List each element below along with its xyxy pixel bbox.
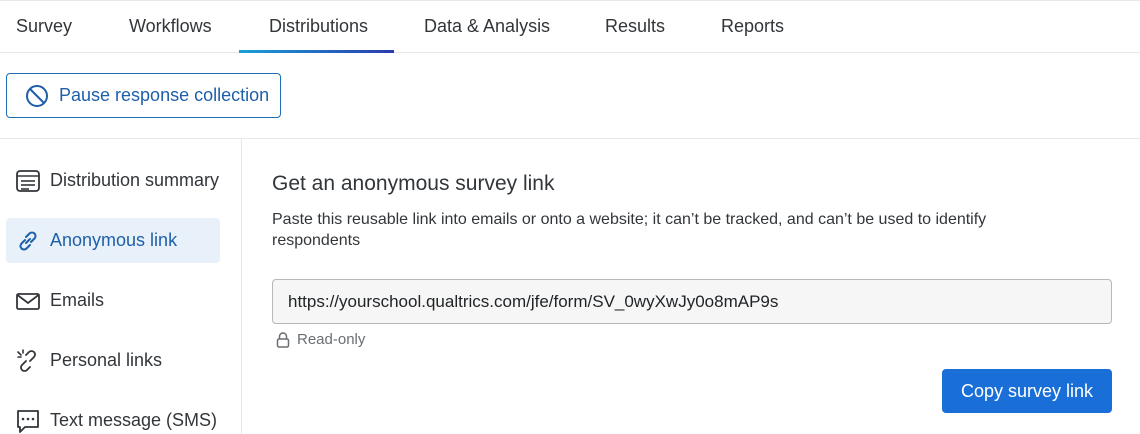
top-navigation: Survey Workflows Distributions Data & An… (0, 0, 1140, 53)
link-icon (15, 228, 41, 254)
distribution-sidebar: Distribution summary Anonymous link Emai… (0, 139, 242, 434)
read-only-indicator: Read-only (276, 331, 365, 348)
sidebar-item-label: Distribution summary (50, 170, 220, 190)
tab-reports[interactable]: Reports (691, 1, 814, 53)
page-description: Paste this reusable link into emails or … (272, 211, 987, 249)
prohibited-icon (25, 84, 49, 108)
envelope-icon (15, 288, 41, 314)
lock-icon (276, 331, 290, 348)
tab-distributions[interactable]: Distributions (239, 1, 394, 53)
sidebar-item-label: Anonymous link (50, 230, 178, 250)
anonymous-link-panel: Get an anonymous survey link Paste this … (272, 139, 1122, 434)
sidebar-item-text-message[interactable]: Text message (SMS) (6, 398, 220, 434)
copy-survey-link-button[interactable]: Copy survey link (942, 369, 1112, 413)
action-bar: Pause response collection (0, 53, 1140, 139)
broken-link-icon (15, 348, 41, 374)
sidebar-item-distribution-summary[interactable]: Distribution summary (6, 158, 220, 203)
pause-button-label: Pause response collection (59, 85, 270, 105)
sidebar-item-personal-links[interactable]: Personal links (6, 338, 220, 383)
chat-bubble-icon (15, 408, 41, 434)
tab-data-analysis[interactable]: Data & Analysis (394, 1, 580, 53)
sidebar-item-label: Personal links (50, 350, 163, 370)
sidebar-item-label: Text message (SMS) (50, 410, 218, 430)
pause-response-collection-button[interactable]: Pause response collection (6, 73, 281, 118)
tab-survey[interactable]: Survey (0, 1, 102, 53)
summary-list-icon (15, 168, 41, 194)
survey-link-field[interactable]: https://yourschool.qualtrics.com/jfe/for… (272, 279, 1112, 324)
tab-workflows[interactable]: Workflows (99, 1, 242, 53)
sidebar-item-anonymous-link[interactable]: Anonymous link (6, 218, 220, 263)
sidebar-item-emails[interactable]: Emails (6, 278, 220, 323)
sidebar-item-label: Emails (50, 290, 105, 310)
page-title: Get an anonymous survey link (272, 172, 555, 195)
read-only-label: Read-only (297, 331, 366, 348)
tab-results[interactable]: Results (575, 1, 695, 53)
